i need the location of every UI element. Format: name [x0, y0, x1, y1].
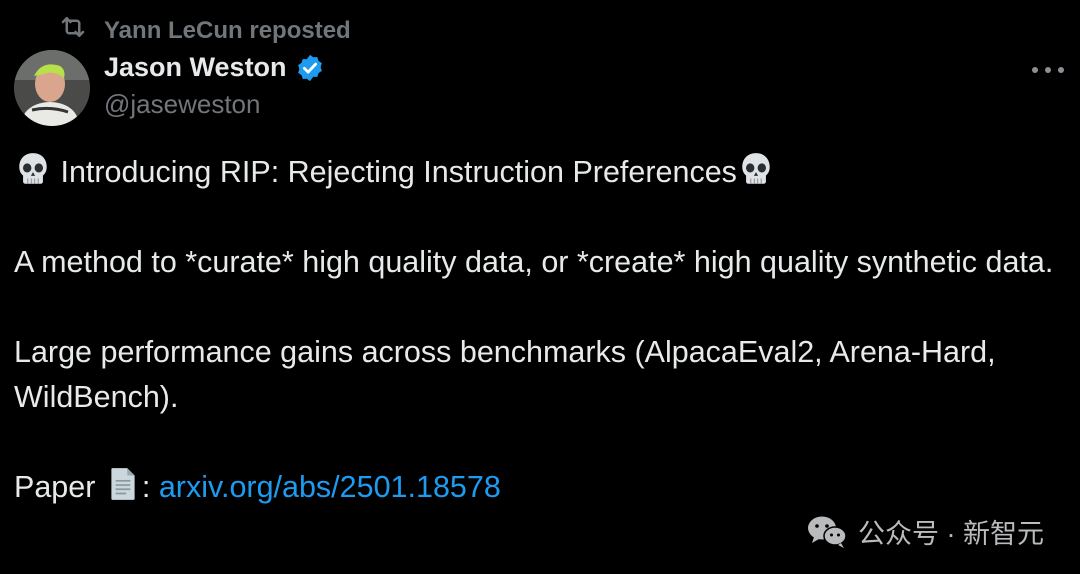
user-handle[interactable]: @jaseweston: [104, 89, 325, 120]
document-icon: [104, 465, 142, 503]
more-options-icon[interactable]: [1032, 56, 1064, 84]
tweet-body: Introducing RIP: Rejecting Instruction P…: [14, 150, 1064, 510]
watermark: 公众号 · 新智元: [806, 512, 1044, 551]
avatar[interactable]: [14, 50, 90, 126]
paper-separator: :: [141, 470, 151, 504]
verified-badge-icon: [295, 53, 325, 83]
wechat-icon: [806, 514, 848, 550]
watermark-text: 公众号 · 新智元: [858, 519, 1044, 549]
tweet-paragraph-2: A method to *curate* high quality data, …: [14, 245, 1054, 279]
skull-icon: [737, 150, 775, 188]
tweet-line-1: Introducing RIP: Rejecting Instruction P…: [14, 150, 1064, 195]
skull-icon: [14, 150, 52, 188]
paper-link[interactable]: arxiv.org/abs/2501.18578: [159, 470, 501, 504]
tweet-paper-line: Paper : arxiv.org/abs/2501.18578: [14, 465, 1064, 510]
author-block[interactable]: Jason Weston @jaseweston: [104, 52, 325, 120]
paper-label: Paper: [14, 470, 96, 504]
repost-text: Yann LeCun reposted: [104, 16, 351, 44]
repost-indicator[interactable]: Yann LeCun reposted: [58, 12, 351, 49]
tweet-heading: Introducing RIP: Rejecting Instruction P…: [60, 155, 737, 189]
repost-icon: [58, 12, 88, 49]
display-name[interactable]: Jason Weston: [104, 52, 287, 83]
tweet-paragraph-3: Large performance gains across benchmark…: [14, 335, 996, 414]
